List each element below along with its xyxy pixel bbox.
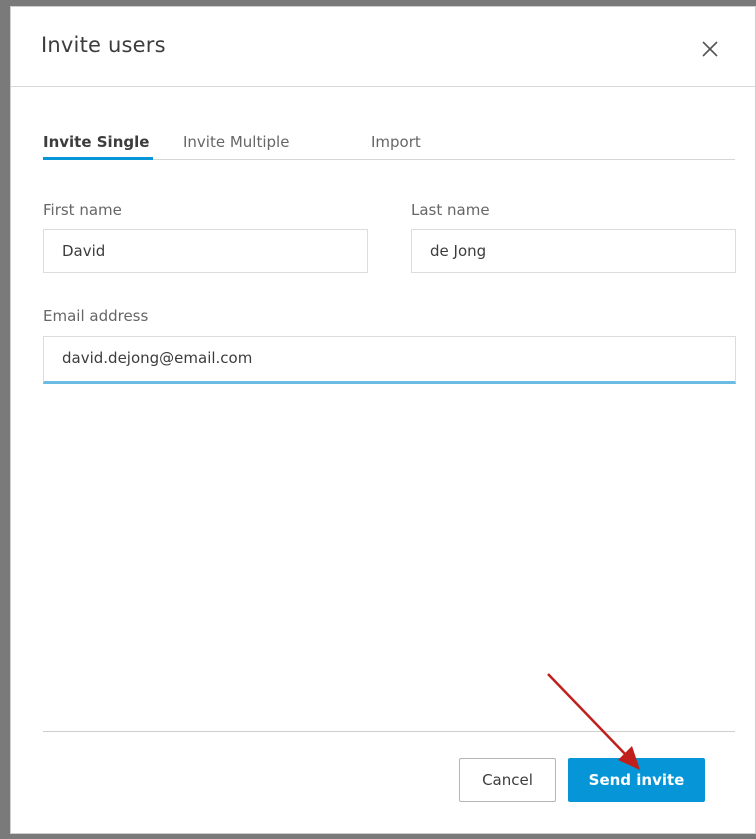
- footer-divider: [43, 731, 735, 732]
- last-name-label: Last name: [411, 201, 490, 219]
- dialog-header: Invite users: [11, 7, 755, 87]
- first-name-field[interactable]: David: [43, 229, 368, 273]
- close-icon[interactable]: [698, 37, 722, 61]
- tab-import[interactable]: Import: [371, 133, 421, 151]
- tab-invite-single[interactable]: Invite Single: [43, 133, 149, 151]
- invite-users-dialog: Invite users Invite Single Invite Multip…: [10, 6, 756, 834]
- first-name-label: First name: [43, 201, 122, 219]
- dialog-title: Invite users: [41, 33, 166, 57]
- cancel-button[interactable]: Cancel: [459, 758, 556, 802]
- email-label: Email address: [43, 307, 149, 325]
- send-invite-button[interactable]: Send invite: [568, 758, 705, 802]
- email-field[interactable]: david.dejong@email.com: [43, 336, 736, 384]
- tab-invite-multiple[interactable]: Invite Multiple: [183, 133, 289, 151]
- invite-tabs: Invite Single Invite Multiple Import: [43, 127, 735, 160]
- last-name-field[interactable]: de Jong: [411, 229, 736, 273]
- active-tab-indicator: [43, 157, 153, 160]
